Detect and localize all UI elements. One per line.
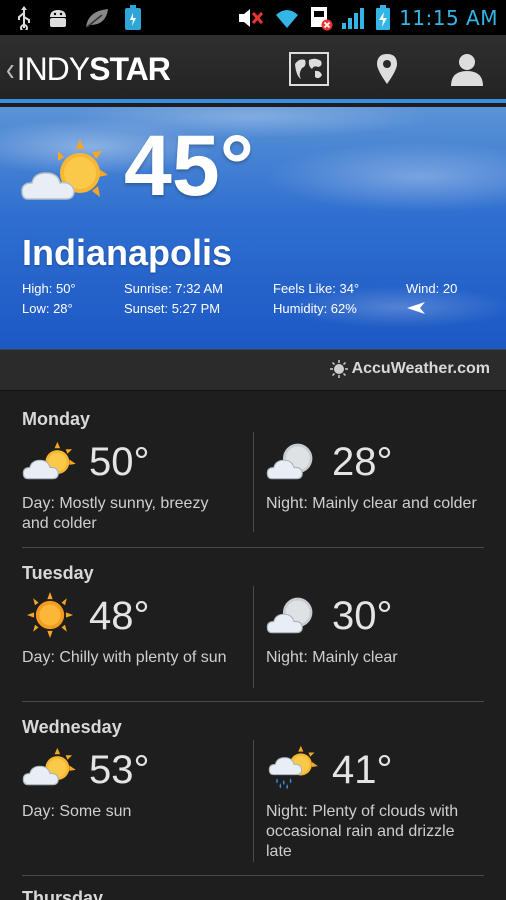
night-temperature: 30° [332,594,393,638]
feels-like: Feels Like: 34° [273,281,360,296]
day-name: Monday [22,409,91,429]
sun-logo-icon [329,360,348,378]
profile-icon [451,54,483,86]
signal-icon [342,7,365,29]
leaf-icon [86,8,108,28]
high-temp: High: 50° [22,281,76,296]
moon-cloud-icon [266,443,313,480]
profile-button[interactable] [446,49,488,89]
partly-cloudy-icon [21,139,108,200]
usb-icon [18,5,30,30]
location-pin-icon [377,54,397,84]
night-temperature: 41° [332,748,393,792]
day-name: Tuesday [22,563,94,583]
column-divider [253,432,254,532]
wifi-icon [276,9,299,28]
column-divider [253,586,254,688]
day-temperature: 53° [89,748,150,792]
night-description: Night: Mainly clear and colder [266,495,477,512]
brand-suffix: STAR [89,50,171,87]
humidity: Humidity: 62% [273,301,357,316]
day-name: Thursday [22,888,104,900]
day-description: Day: Some sun [22,803,132,820]
night-description: Night: Mainly clear [266,649,398,666]
back-chevron-icon: ‹ [6,48,15,88]
forecast-day-monday[interactable]: Monday 50° Day: Mostly sunny, breezy and… [0,392,506,548]
city-name: Indianapolis [22,232,233,273]
sunny-icon [27,592,73,638]
low-temp: Low: 28° [22,301,73,316]
sunset-time: Sunset: 5:27 PM [124,301,221,316]
current-conditions: 45° Indianapolis High: 50° Low: 28° Sunr… [0,107,506,349]
map-button[interactable] [288,49,330,89]
partly-sunny-icon [22,747,77,786]
wind-speed: Wind: 20 [406,281,458,296]
current-temperature: 45° [124,118,255,214]
day-name: Wednesday [22,717,122,737]
day-temperature: 50° [89,440,150,484]
night-description: Night: Plenty of clouds with occasional … [266,803,459,860]
app-bar: ‹ INDY STAR [0,35,506,103]
forecast-day-thursday[interactable]: Thursday [0,876,506,900]
sim-error-icon [311,6,333,30]
mute-icon [239,8,264,27]
day-description: Day: Mostly sunny, breezy and colder [22,495,209,532]
provider-bar: AccuWeather.com [0,349,506,391]
status-time: 11:15 AM [399,5,498,30]
partly-sunny-icon [22,441,77,480]
accuweather-link[interactable]: AccuWeather.com [329,360,490,378]
night-temperature: 28° [332,440,393,484]
day-description: Day: Chilly with plenty of sun [22,649,227,666]
moon-cloud-icon [266,597,313,634]
status-bar: 11:15 AM [0,0,506,35]
brand-logo[interactable]: ‹ INDY STAR [6,48,171,89]
provider-name: AccuWeather.com [351,360,490,377]
map-icon [289,52,329,86]
battery-app-icon [125,4,141,30]
rain-icon [268,745,319,790]
brand-prefix: INDY [16,50,90,87]
wind-arrow-icon [407,302,425,314]
android-debug-icon [50,9,66,27]
column-divider [253,740,254,862]
battery-charging-icon [376,4,391,30]
location-button[interactable] [366,49,408,89]
forecast-day-tuesday[interactable]: Tuesday 48° Day: Chilly with plenty of s… [0,548,506,704]
sunrise-time: Sunrise: 7:32 AM [124,281,223,296]
forecast-day-wednesday[interactable]: Wednesday 53° Day: Some sun 41° Night: P… [0,702,506,878]
day-temperature: 48° [89,594,150,638]
